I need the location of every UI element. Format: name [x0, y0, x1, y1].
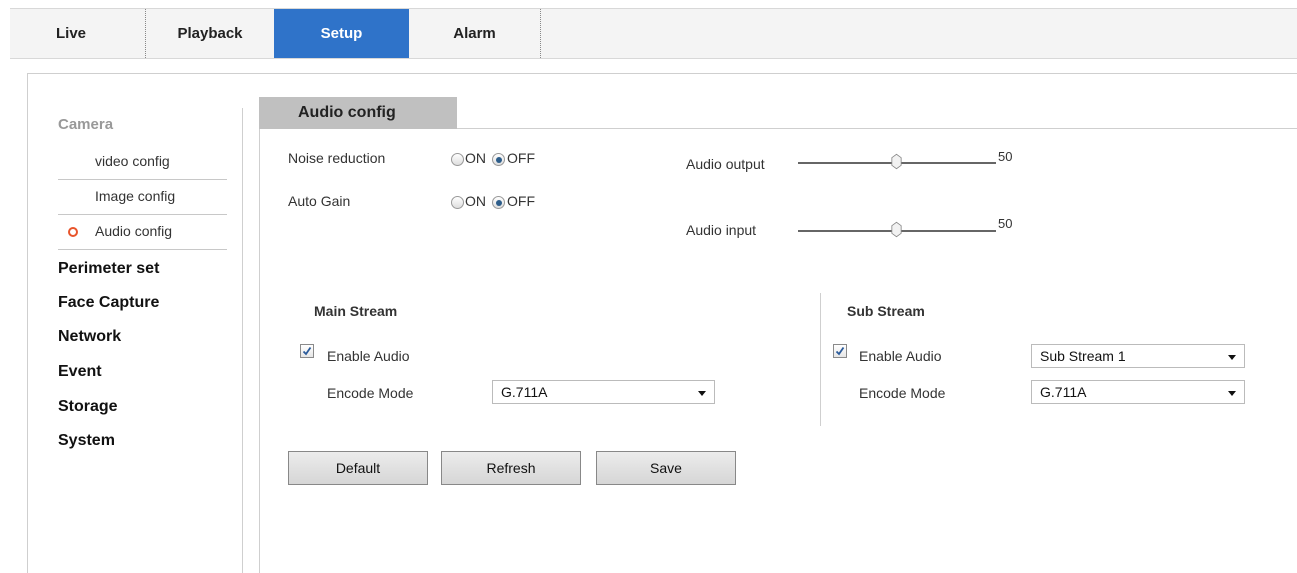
- sidebar-item-label: video config: [95, 153, 170, 169]
- checkmark-icon: [302, 346, 312, 356]
- sub-stream-encode-mode-value: G.711A: [1040, 384, 1087, 400]
- main-stream-encode-mode-select[interactable]: G.711A: [492, 380, 715, 404]
- sidebar-item-system[interactable]: System: [58, 432, 115, 450]
- noise-reduction-off-label: OFF: [507, 150, 535, 166]
- checkmark-icon: [835, 346, 845, 356]
- noise-reduction-off-radio[interactable]: [492, 153, 505, 166]
- audio-input-slider-thumb[interactable]: [891, 221, 902, 238]
- audio-output-label: Audio output: [686, 156, 765, 172]
- sub-stream-select[interactable]: Sub Stream 1: [1031, 344, 1245, 368]
- tab-audio-config-label: Audio config: [298, 104, 396, 121]
- main-stream-encode-mode-value: G.711A: [501, 384, 548, 400]
- tab-audio-config[interactable]: Audio config: [259, 97, 457, 129]
- main-stream-title: Main Stream: [314, 303, 398, 319]
- content-header-line: [457, 128, 1297, 129]
- sidebar-item-video-config[interactable]: video config: [58, 146, 227, 180]
- save-button[interactable]: Save: [596, 451, 736, 485]
- auto-gain-off-radio[interactable]: [492, 196, 505, 209]
- auto-gain-off-label: OFF: [507, 193, 535, 209]
- audio-output-value: 50: [998, 149, 1013, 164]
- audio-output-slider-thumb[interactable]: [891, 153, 902, 170]
- sidebar-item-perimeter-set[interactable]: Perimeter set: [58, 260, 159, 278]
- sidebar-item-face-capture[interactable]: Face Capture: [58, 294, 159, 312]
- tab-live[interactable]: Live: [10, 9, 146, 58]
- sidebar-heading-camera[interactable]: Camera: [58, 116, 113, 133]
- sub-stream-enable-audio-label: Enable Audio: [859, 348, 942, 364]
- tab-playback[interactable]: Playback: [146, 9, 274, 58]
- sub-stream-enable-audio-checkbox[interactable]: [833, 344, 847, 358]
- tab-live-label: Live: [56, 25, 87, 42]
- sub-stream-encode-mode-label: Encode Mode: [859, 385, 946, 401]
- noise-reduction-label: Noise reduction: [288, 150, 386, 166]
- sidebar-item-audio-config[interactable]: Audio config: [58, 216, 227, 250]
- chevron-down-icon: [1228, 391, 1236, 396]
- noise-reduction-on-radio[interactable]: [451, 153, 464, 166]
- active-dot-icon: [68, 227, 78, 237]
- main-stream-enable-audio-checkbox[interactable]: [300, 344, 314, 358]
- stream-divider: [820, 293, 821, 426]
- sub-stream-title: Sub Stream: [847, 303, 925, 319]
- tab-playback-label: Playback: [177, 25, 243, 42]
- sidebar-item-storage[interactable]: Storage: [58, 398, 118, 416]
- auto-gain-on-radio[interactable]: [451, 196, 464, 209]
- main-stream-enable-audio-label: Enable Audio: [327, 348, 410, 364]
- sidebar-item-network[interactable]: Network: [58, 328, 121, 346]
- auto-gain-label: Auto Gain: [288, 193, 351, 209]
- content-divider: [259, 125, 260, 573]
- sidebar-item-image-config[interactable]: Image config: [58, 181, 227, 215]
- main-stream-encode-mode-label: Encode Mode: [327, 385, 414, 401]
- noise-reduction-on-label: ON: [465, 150, 486, 166]
- sidebar-divider: [242, 108, 243, 573]
- chevron-down-icon: [1228, 355, 1236, 360]
- frame-border-top: [27, 73, 1297, 74]
- tab-setup-label: Setup: [320, 25, 363, 42]
- sidebar-item-event[interactable]: Event: [58, 363, 102, 381]
- frame-border-left: [27, 73, 28, 573]
- default-button[interactable]: Default: [288, 451, 428, 485]
- tab-alarm-label: Alarm: [453, 25, 496, 42]
- tab-alarm[interactable]: Alarm: [409, 9, 541, 58]
- top-nav: Live Playback Setup Alarm: [10, 8, 1297, 59]
- sub-stream-encode-mode-select[interactable]: G.711A: [1031, 380, 1245, 404]
- auto-gain-on-label: ON: [465, 193, 486, 209]
- sidebar-item-label: Image config: [95, 188, 176, 204]
- sub-stream-select-value: Sub Stream 1: [1040, 348, 1126, 364]
- audio-input-label: Audio input: [686, 222, 757, 238]
- refresh-button[interactable]: Refresh: [441, 451, 581, 485]
- tab-setup[interactable]: Setup: [274, 9, 409, 58]
- audio-input-value: 50: [998, 216, 1013, 231]
- chevron-down-icon: [698, 391, 706, 396]
- sidebar-item-label: Audio config: [95, 223, 173, 239]
